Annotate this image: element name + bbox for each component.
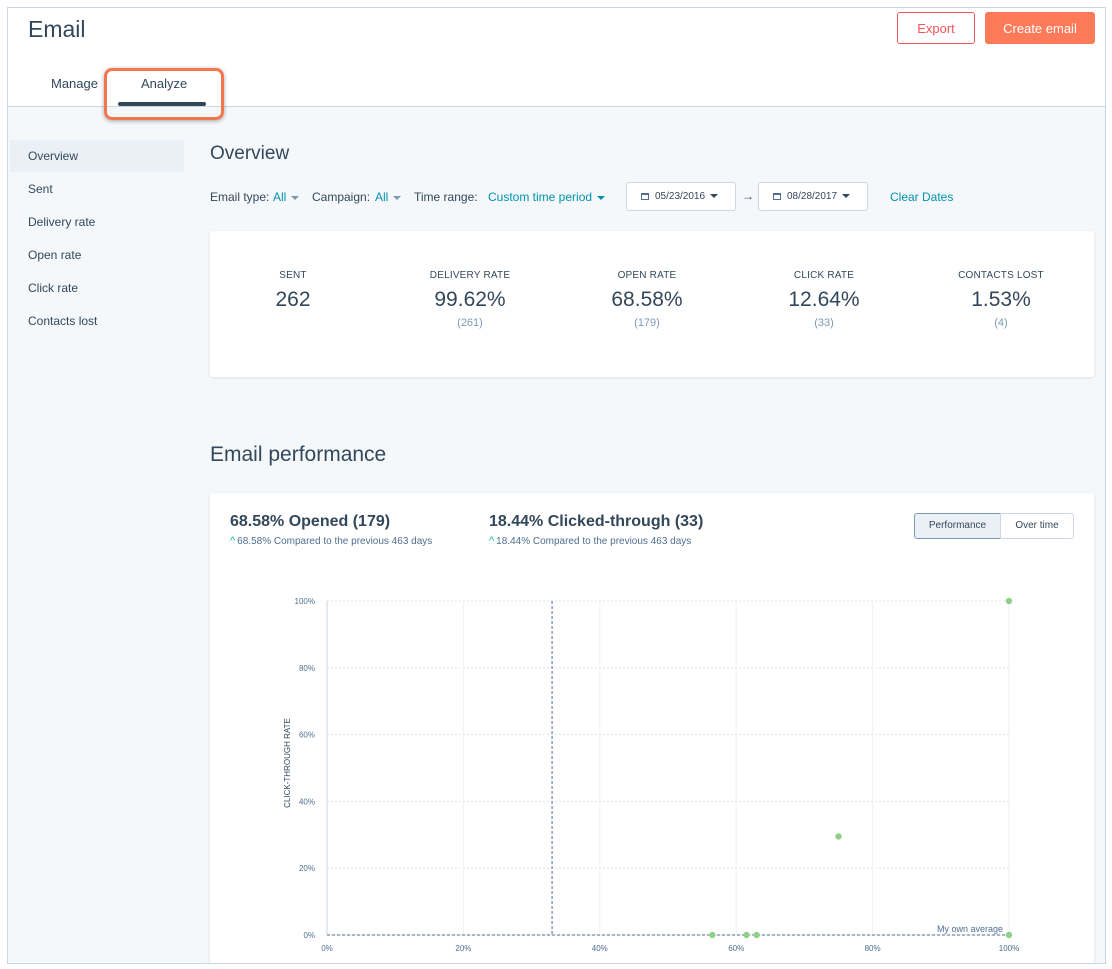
sidebar-item-contacts-lost[interactable]: Contacts lost xyxy=(10,305,184,337)
performance-scatter-chart: 0% 20% 40% 60% 80% 100% 0% 20% 40% 60% 80% 100% CLI… xyxy=(283,597,1019,953)
x-tick-label: 0% xyxy=(321,944,333,953)
stat-count: (4) xyxy=(994,317,1008,329)
opened-headline: 68.58% Opened (179) xyxy=(230,513,391,530)
arrow-right-icon: → xyxy=(742,189,754,203)
clicked-headline: 18.44% Clicked-through (33) xyxy=(489,513,704,530)
create-email-button[interactable]: Create email xyxy=(985,12,1095,44)
stat-label: OPEN RATE xyxy=(617,270,677,281)
y-tick-label: 100% xyxy=(295,597,315,606)
y-tick-label: 40% xyxy=(299,797,315,806)
sidebar-item-sent[interactable]: Sent xyxy=(10,173,184,205)
stat-delivery-rate[interactable]: DELIVERY RATE 99.62% (261) xyxy=(395,270,545,329)
opened-comparison-text: 68.58% Compared to the previous 463 days xyxy=(237,536,433,547)
stat-contacts-lost[interactable]: CONTACTS LOST 1.53% (4) xyxy=(926,270,1076,329)
email-performance-title: Email performance xyxy=(210,443,387,466)
y-tick-label: 20% xyxy=(299,864,315,873)
page-title: Email xyxy=(28,16,86,42)
x-tick-label: 40% xyxy=(592,944,608,953)
email-type-value: All xyxy=(273,190,287,204)
page-header: Email Export Create email Manage Analyze xyxy=(8,8,1105,120)
email-type-label: Email type: xyxy=(210,190,270,204)
scatter-point[interactable] xyxy=(753,931,760,939)
stat-value: 1.53% xyxy=(971,288,1031,311)
stat-click-rate[interactable]: CLICK RATE 12.64% (33) xyxy=(749,270,899,329)
time-range-value: Custom time period xyxy=(488,190,593,204)
app-window: Email Export Create email Manage Analyze… xyxy=(7,7,1106,964)
calendar-icon xyxy=(773,192,781,200)
end-date-picker[interactable]: 08/28/2017 xyxy=(758,182,868,211)
stat-label: CONTACTS LOST xyxy=(958,270,1044,281)
stat-label: SENT xyxy=(279,270,307,281)
chevron-down-icon xyxy=(710,194,719,199)
toggle-over-time[interactable]: Over time xyxy=(1000,513,1074,539)
stat-value: 68.58% xyxy=(611,288,683,311)
trend-up-icon: ^ xyxy=(230,535,236,547)
chevron-down-icon xyxy=(291,195,300,200)
sidebar-item-open-rate[interactable]: Open rate xyxy=(10,239,184,271)
y-tick-label: 80% xyxy=(299,664,315,673)
analyze-tab-highlight-annotation xyxy=(104,68,224,120)
chevron-down-icon xyxy=(393,195,402,200)
stat-value: 99.62% xyxy=(434,288,506,311)
scatter-point[interactable] xyxy=(835,833,842,840)
scatter-point[interactable] xyxy=(1005,931,1013,939)
stat-count: (179) xyxy=(634,317,660,329)
clicked-comparison: ^ 18.44% Compared to the previous 463 day… xyxy=(489,535,691,547)
y-tick-label: 0% xyxy=(303,931,315,940)
toggle-performance[interactable]: Performance xyxy=(914,513,1001,539)
x-tick-label: 100% xyxy=(999,944,1019,953)
clear-dates-link[interactable]: Clear Dates xyxy=(890,190,953,204)
stat-value: 12.64% xyxy=(788,288,860,311)
sidebar-item-click-rate[interactable]: Click rate xyxy=(10,272,184,304)
tab-manage[interactable]: Manage xyxy=(51,76,98,91)
chevron-down-icon xyxy=(842,194,851,199)
scatter-point[interactable] xyxy=(743,931,750,939)
x-tick-label: 60% xyxy=(728,944,744,953)
average-reference-label: My own average xyxy=(937,924,1003,934)
email-type-dropdown[interactable]: All xyxy=(273,190,300,204)
start-date-value: 05/23/2016 xyxy=(655,191,706,202)
scatter-point[interactable] xyxy=(709,931,716,939)
start-date-picker[interactable]: 05/23/2016 xyxy=(626,182,736,211)
y-tick-label: 60% xyxy=(299,731,315,740)
stat-value: 262 xyxy=(275,288,311,311)
calendar-icon xyxy=(641,192,649,200)
stat-label: DELIVERY RATE xyxy=(429,270,511,281)
export-button[interactable]: Export xyxy=(897,12,975,44)
stat-count: (33) xyxy=(814,317,834,329)
sidebar-item-overview[interactable]: Overview xyxy=(10,140,184,172)
end-date-value: 08/28/2017 xyxy=(787,191,838,202)
sidebar-item-delivery-rate[interactable]: Delivery rate xyxy=(10,206,184,238)
x-tick-label: 20% xyxy=(455,944,471,953)
overview-title: Overview xyxy=(210,143,290,164)
scatter-point[interactable] xyxy=(1005,597,1013,605)
stat-sent[interactable]: SENT 262 xyxy=(218,270,368,317)
stat-count: (261) xyxy=(457,317,483,329)
time-range-label: Time range: xyxy=(414,190,478,204)
opened-comparison: ^ 68.58% Compared to the previous 463 day… xyxy=(230,535,432,547)
stat-label: CLICK RATE xyxy=(793,270,855,281)
x-tick-label: 80% xyxy=(865,944,881,953)
stat-open-rate[interactable]: OPEN RATE 68.58% (179) xyxy=(572,270,722,329)
campaign-label: Campaign: xyxy=(312,190,371,204)
time-range-dropdown[interactable]: Custom time period xyxy=(488,190,606,204)
campaign-dropdown[interactable]: All xyxy=(375,190,402,204)
chevron-down-icon xyxy=(597,195,606,200)
trend-up-icon: ^ xyxy=(489,535,495,547)
campaign-value: All xyxy=(375,190,389,204)
clicked-comparison-text: 18.44% Compared to the previous 463 days xyxy=(496,536,692,547)
y-axis-label: CLICK-THROUGH RATE xyxy=(283,718,292,808)
